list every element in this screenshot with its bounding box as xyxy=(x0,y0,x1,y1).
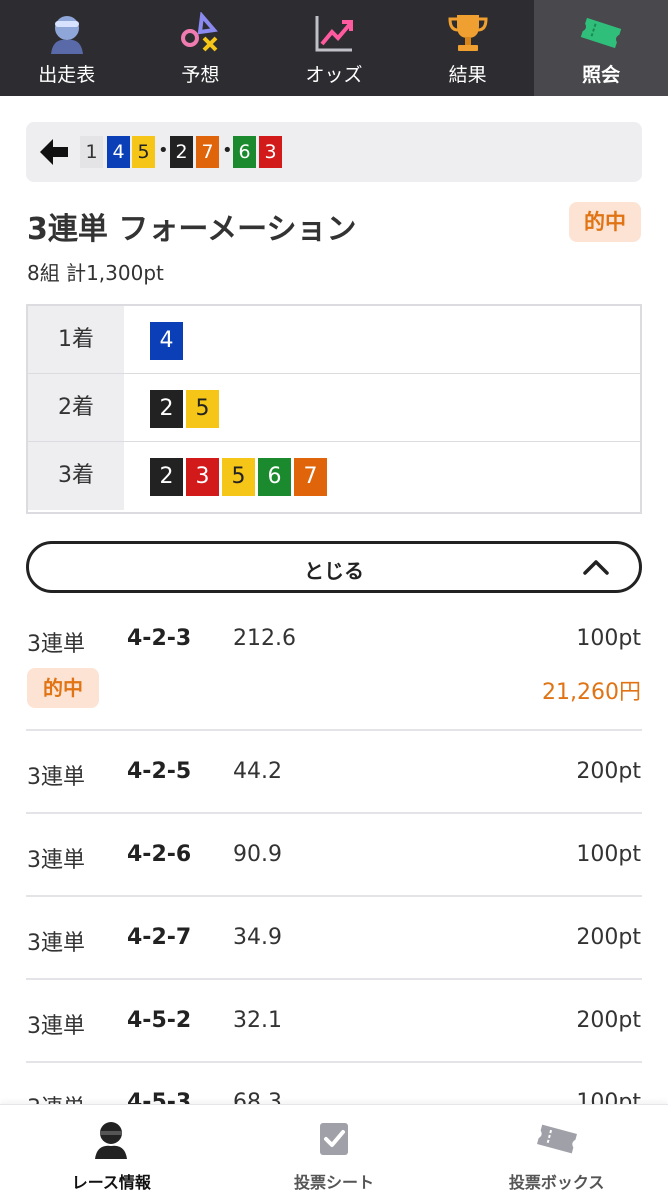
row-divider xyxy=(26,729,642,731)
boat-number: 2 xyxy=(170,136,193,168)
tab-entry-list[interactable]: 出走表 xyxy=(0,0,134,96)
separator-dot: • xyxy=(158,140,169,161)
formation-row-3rd: 3着 2 3 5 6 7 xyxy=(28,442,640,510)
tab-voting-box[interactable]: 投票ボックス xyxy=(445,1105,668,1200)
racer-icon xyxy=(95,1122,128,1159)
boat-number: 2 xyxy=(150,458,183,496)
tab-label: 投票ボックス xyxy=(508,1173,605,1192)
boat-number: 5 xyxy=(222,458,255,496)
bet-summary: 8組 計1,300pt xyxy=(27,261,164,285)
bet-amount: 100pt xyxy=(576,626,641,651)
position-label: 2着 xyxy=(28,374,124,441)
hit-badge: 的中 xyxy=(27,668,99,708)
tab-odds[interactable]: オッズ xyxy=(267,0,401,96)
shapes-icon xyxy=(181,12,219,52)
boat-number: 5 xyxy=(132,136,155,168)
boat-number: 7 xyxy=(294,458,327,496)
position-label: 3着 xyxy=(28,442,124,510)
bet-amount: 200pt xyxy=(576,1008,641,1033)
hit-badge: 的中 xyxy=(569,202,641,242)
ticket-icon xyxy=(580,17,622,49)
payout-amount: 21,260円 xyxy=(542,680,641,705)
tab-label: 結果 xyxy=(448,64,487,86)
tab-voting-sheet[interactable]: 投票シート xyxy=(223,1105,446,1200)
boat-number: 6 xyxy=(258,458,291,496)
boat-number: 1 xyxy=(80,136,103,168)
boat-number: 3 xyxy=(186,458,219,496)
tab-prediction[interactable]: 予想 xyxy=(134,0,268,96)
bet-odds: 32.1 xyxy=(233,1008,282,1033)
bet-combination: 4-2-5 xyxy=(127,759,192,784)
row-divider xyxy=(26,895,642,897)
boat-number: 6 xyxy=(233,136,256,168)
bet-combination: 4-2-6 xyxy=(127,842,192,867)
separator-dot: • xyxy=(222,140,233,161)
result-strip: 1 4 5 • 2 7 • 6 3 xyxy=(26,122,642,182)
boat-number: 2 xyxy=(150,390,183,428)
bet-combination: 4-5-2 xyxy=(127,1008,192,1033)
boat-number: 4 xyxy=(150,322,183,360)
row-divider xyxy=(26,978,642,980)
close-button[interactable]: とじる xyxy=(26,541,642,593)
trend-chart-icon xyxy=(315,16,353,52)
tab-label: 出走表 xyxy=(38,64,96,86)
ticket-icon xyxy=(536,1124,577,1154)
bet-type: 3連単 xyxy=(27,765,85,790)
top-nav: 出走表 予想 オッズ 結果 照会 xyxy=(0,0,668,96)
tab-label: 照会 xyxy=(582,64,621,86)
bottom-nav: レース情報 投票シート 投票ボックス xyxy=(0,1104,668,1200)
bet-type: 3連単 xyxy=(27,848,85,873)
position-label: 1着 xyxy=(28,306,124,373)
bet-combination: 4-2-3 xyxy=(127,626,192,651)
bet-odds: 44.2 xyxy=(233,759,282,784)
boat-number: 3 xyxy=(259,136,282,168)
racer-icon xyxy=(50,16,83,54)
bet-type: 3連単 xyxy=(27,1014,85,1039)
back-arrow-icon[interactable] xyxy=(40,139,68,165)
tab-results[interactable]: 結果 xyxy=(401,0,535,96)
boat-number: 4 xyxy=(107,136,130,168)
row-divider xyxy=(26,1061,642,1063)
bet-combination: 4-2-7 xyxy=(127,925,192,950)
formation-row-2nd: 2着 2 5 xyxy=(28,374,640,442)
row-divider xyxy=(26,812,642,814)
bet-title: 3連単 フォーメーション xyxy=(27,212,357,247)
formation-table: 1着 4 2着 2 5 3着 2 3 5 6 7 xyxy=(26,304,642,514)
tab-label: 予想 xyxy=(181,64,220,86)
check-sheet-icon xyxy=(320,1123,348,1155)
chevron-up-icon xyxy=(583,560,609,575)
tab-label: レース情報 xyxy=(71,1173,151,1192)
bet-odds: 34.9 xyxy=(233,925,282,950)
tab-label: オッズ xyxy=(305,64,363,86)
formation-row-1st: 1着 4 xyxy=(28,306,640,374)
bet-amount: 200pt xyxy=(576,759,641,784)
tab-race-info[interactable]: レース情報 xyxy=(0,1105,223,1200)
tab-inquiry[interactable]: 照会 xyxy=(534,0,668,96)
boat-number: 5 xyxy=(186,390,219,428)
bet-type: 3連単 xyxy=(27,632,85,657)
boat-number: 7 xyxy=(196,136,219,168)
close-button-label: とじる xyxy=(304,559,364,583)
bet-amount: 100pt xyxy=(576,842,641,867)
bet-amount: 200pt xyxy=(576,925,641,950)
trophy-icon xyxy=(448,15,488,51)
bet-odds: 212.6 xyxy=(233,626,296,651)
bet-type: 3連単 xyxy=(27,931,85,956)
tab-label: 投票シート xyxy=(294,1173,375,1192)
bet-odds: 90.9 xyxy=(233,842,282,867)
